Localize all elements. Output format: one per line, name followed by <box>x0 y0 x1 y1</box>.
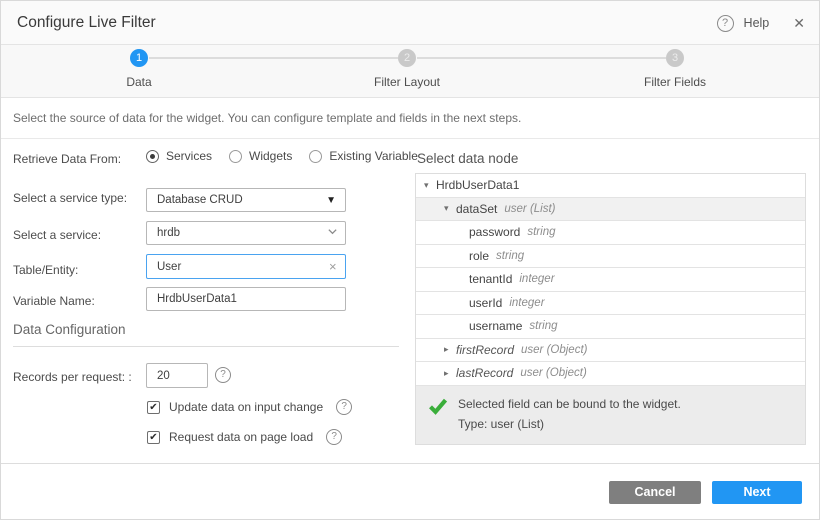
update-data-help-icon[interactable]: ? <box>336 399 352 415</box>
header-actions: ? Help ✕ <box>717 1 805 45</box>
stepper-connector-1 <box>149 57 398 59</box>
radio-services-button[interactable] <box>146 150 159 163</box>
close-icon[interactable]: ✕ <box>793 15 805 32</box>
service-select[interactable]: hrdb <box>146 221 346 245</box>
tree-node-label: lastRecord <box>456 366 513 380</box>
variable-name-label: Variable Name: <box>13 294 95 308</box>
tree-node-type: integer <box>519 273 554 285</box>
tree-node-type: string <box>527 226 555 238</box>
tree-node-type: string <box>529 320 557 332</box>
request-data-checkbox-label: Request data on page load <box>169 430 313 444</box>
tree-node-label: dataSet <box>456 202 497 216</box>
binding-status-line1: Selected field can be bound to the widge… <box>458 394 681 414</box>
tree-node-type: string <box>496 250 524 262</box>
configure-live-filter-dialog: Configure Live Filter ? Help ✕ 1 2 3 Dat… <box>0 0 820 520</box>
footer-divider <box>1 463 819 464</box>
records-per-request-label: Records per request: : <box>13 370 132 384</box>
radio-widgets-button[interactable] <box>229 150 242 163</box>
caret-down-icon[interactable]: ▾ <box>444 203 456 214</box>
retrieve-data-from-label: Retrieve Data From: <box>13 152 121 166</box>
step-1-label: Data <box>79 75 199 89</box>
success-check-icon <box>428 396 448 416</box>
step-3-circle[interactable]: 3 <box>666 49 684 67</box>
variable-name-input[interactable] <box>146 287 346 311</box>
update-data-checkbox-label: Update data on input change <box>169 400 323 414</box>
help-link[interactable]: Help <box>744 16 770 30</box>
next-button[interactable]: Next <box>712 481 802 504</box>
tree-row-password[interactable]: password string <box>416 221 805 245</box>
caret-down-icon[interactable]: ▾ <box>424 180 436 191</box>
binding-status-message: Selected field can be bound to the widge… <box>416 386 805 444</box>
records-per-request-input[interactable] <box>146 363 208 388</box>
help-icon[interactable]: ? <box>717 15 734 32</box>
update-data-checkbox-row: ✔ Update data on input change ? <box>147 399 352 415</box>
tree-node-type: user (Object) <box>520 367 586 379</box>
radio-existing-variable-label: Existing Variable <box>329 149 418 163</box>
data-configuration-divider <box>13 346 399 347</box>
tree-row-username[interactable]: username string <box>416 315 805 339</box>
wizard-stepper: 1 2 3 Data Filter Layout Filter Fields <box>1 45 819 98</box>
radio-existing-variable-button[interactable] <box>309 150 322 163</box>
tree-row-userid[interactable]: userId integer <box>416 292 805 316</box>
data-node-tree: ▾ HrdbUserData1 ▾ dataSet user (List) pa… <box>415 173 806 445</box>
service-type-label: Select a service type: <box>13 191 127 205</box>
request-data-checkbox-row: ✔ Request data on page load ? <box>147 429 342 445</box>
tree-node-label: password <box>469 225 520 239</box>
tree-row-tenantid[interactable]: tenantId integer <box>416 268 805 292</box>
tree-row-firstrecord[interactable]: ▸ firstRecord user (Object) <box>416 339 805 363</box>
step-1-circle[interactable]: 1 <box>130 49 148 67</box>
tree-node-label: userId <box>469 296 502 310</box>
step-3-label: Filter Fields <box>615 75 735 89</box>
radio-existing-variable[interactable]: Existing Variable <box>309 149 418 163</box>
data-configuration-heading: Data Configuration <box>13 322 126 337</box>
tree-node-label: tenantId <box>469 272 512 286</box>
table-entity-label: Table/Entity: <box>13 263 78 277</box>
dropdown-arrow-icon: ▼ <box>326 195 336 206</box>
binding-status-text: Selected field can be bound to the widge… <box>458 394 681 434</box>
clear-input-icon[interactable]: × <box>329 259 337 274</box>
step-2-circle[interactable]: 2 <box>398 49 416 67</box>
binding-status-line2: Type: user (List) <box>458 414 681 434</box>
radio-widgets[interactable]: Widgets <box>229 149 292 163</box>
caret-right-icon[interactable]: ▸ <box>444 344 456 355</box>
tree-node-label: role <box>469 249 489 263</box>
dialog-title: Configure Live Filter <box>17 14 156 32</box>
step-2-label: Filter Layout <box>347 75 467 89</box>
select-data-node-heading: Select data node <box>417 151 518 166</box>
tree-node-type: user (Object) <box>521 344 587 356</box>
tree-row-role[interactable]: role string <box>416 245 805 269</box>
service-type-value: Database CRUD <box>157 194 243 206</box>
request-data-help-icon[interactable]: ? <box>326 429 342 445</box>
stepper-connector-2 <box>417 57 666 59</box>
request-data-checkbox[interactable]: ✔ <box>147 431 160 444</box>
tree-node-label: username <box>469 319 522 333</box>
chevron-down-icon <box>327 226 338 240</box>
records-help-icon[interactable]: ? <box>215 367 231 383</box>
retrieve-source-radio-group: Services Widgets Existing Variable <box>146 149 418 163</box>
service-label: Select a service: <box>13 228 101 242</box>
tree-node-type: integer <box>509 297 544 309</box>
update-data-checkbox[interactable]: ✔ <box>147 401 160 414</box>
tree-row-hrdbuserdata1[interactable]: ▾ HrdbUserData1 <box>416 174 805 198</box>
caret-right-icon[interactable]: ▸ <box>444 368 456 379</box>
step-description: Select the source of data for the widget… <box>1 98 819 139</box>
tree-row-lastrecord[interactable]: ▸ lastRecord user (Object) <box>416 362 805 386</box>
tree-node-type: user (List) <box>504 203 555 215</box>
radio-widgets-label: Widgets <box>249 149 292 163</box>
dialog-header: Configure Live Filter ? Help ✕ <box>1 1 819 45</box>
tree-row-dataset[interactable]: ▾ dataSet user (List) <box>416 198 805 222</box>
tree-node-label: HrdbUserData1 <box>436 178 519 192</box>
tree-node-label: firstRecord <box>456 343 514 357</box>
service-type-select[interactable]: Database CRUD ▼ <box>146 188 346 212</box>
cancel-button[interactable]: Cancel <box>609 481 701 504</box>
radio-services[interactable]: Services <box>146 149 212 163</box>
table-entity-input[interactable] <box>146 254 346 279</box>
service-value: hrdb <box>157 227 180 239</box>
radio-services-label: Services <box>166 149 212 163</box>
